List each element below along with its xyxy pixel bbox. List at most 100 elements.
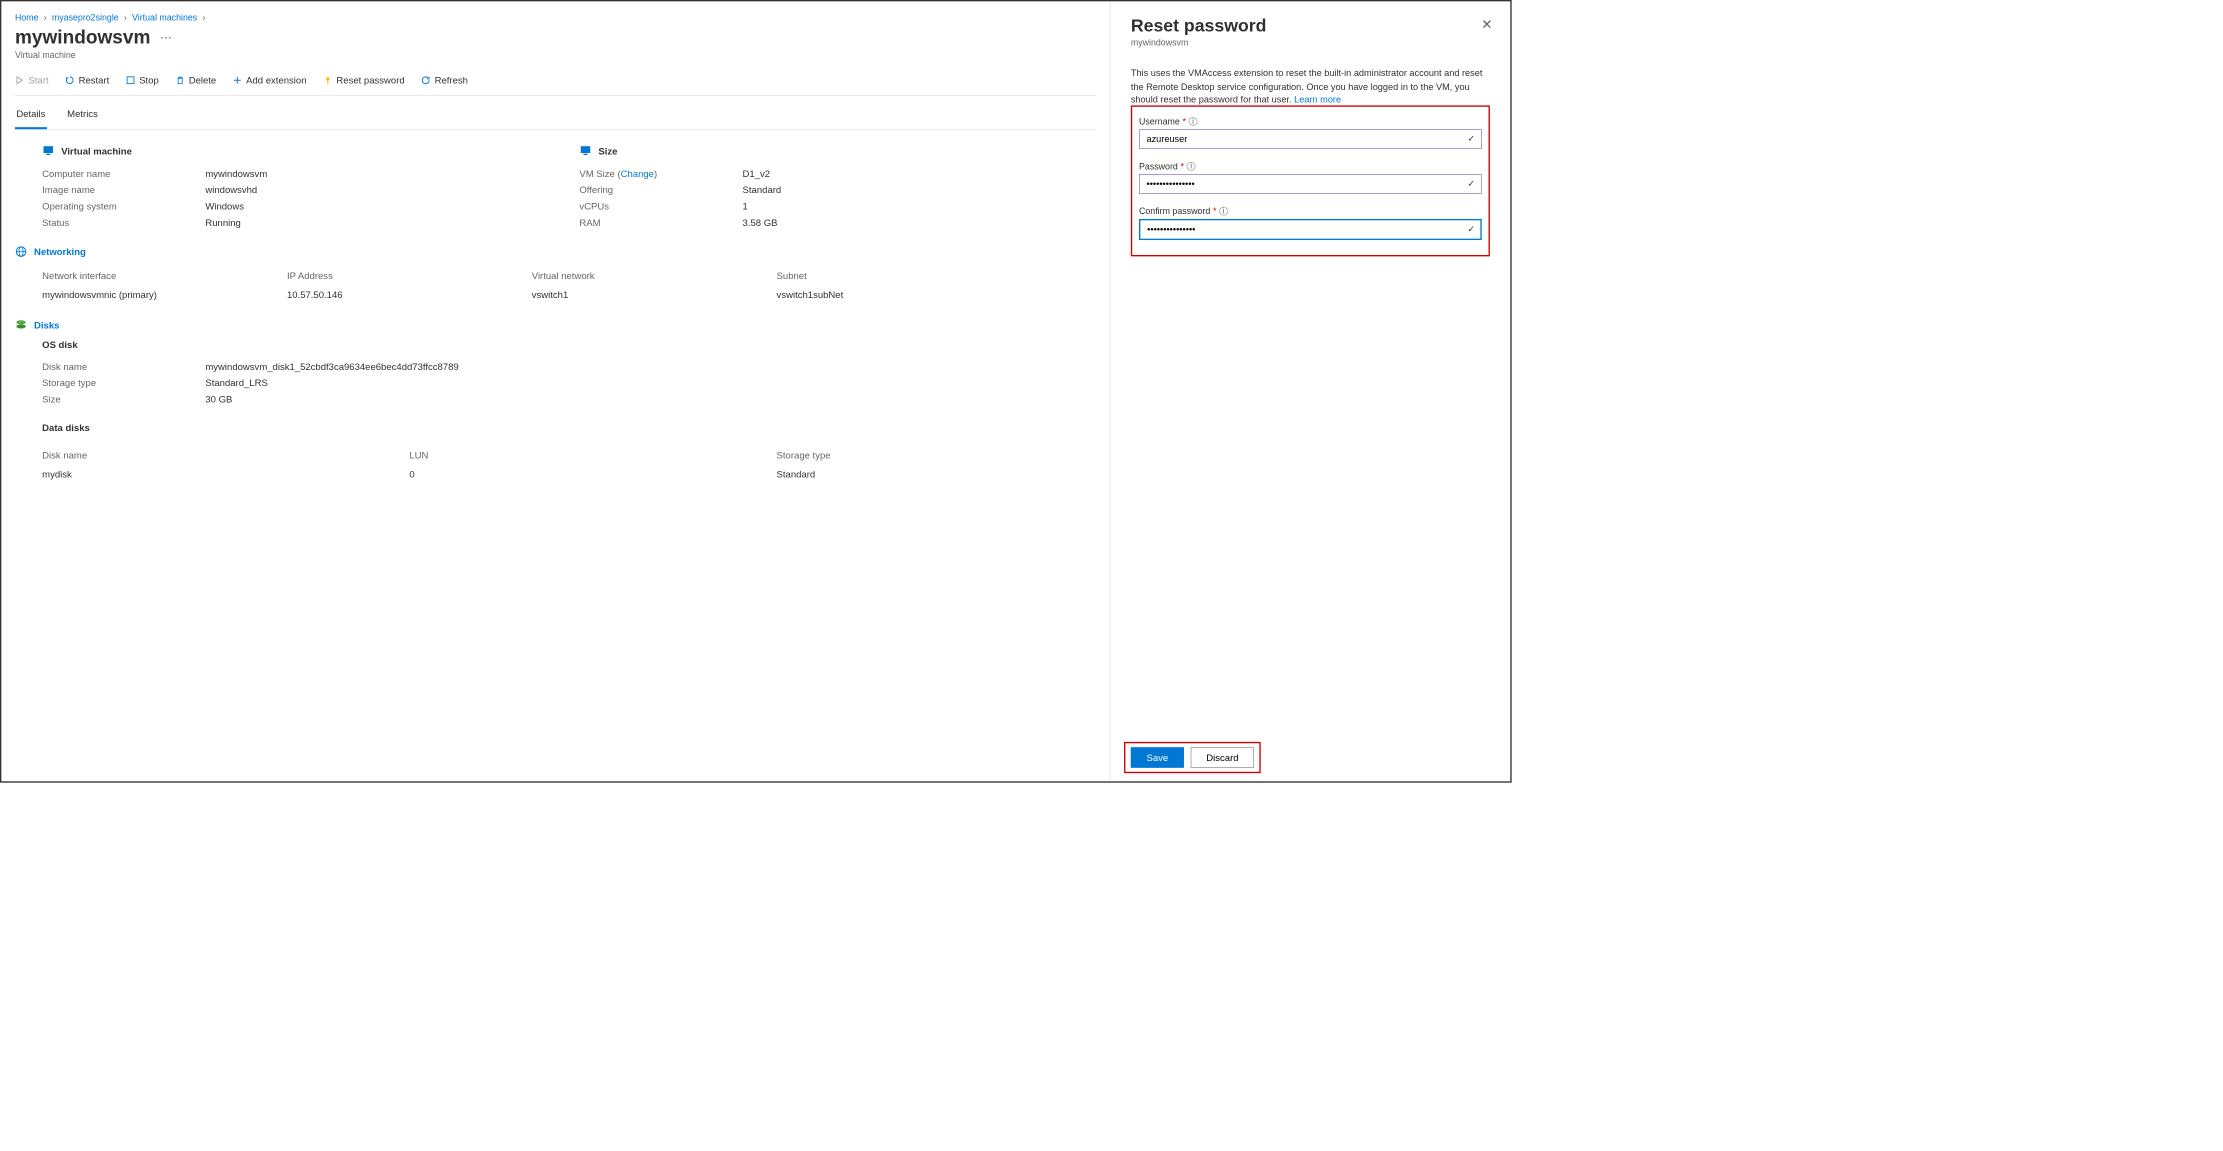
username-input[interactable] — [1139, 129, 1482, 149]
chevron-right-icon: › — [44, 12, 47, 22]
label-offering: Offering — [579, 184, 742, 195]
section-networking[interactable]: Networking — [15, 245, 1096, 257]
refresh-icon — [421, 75, 431, 85]
delete-label: Delete — [189, 75, 217, 86]
play-icon — [15, 75, 25, 85]
confirm-password-label: Confirm password* i — [1139, 206, 1482, 216]
learn-more-link[interactable]: Learn more — [1294, 95, 1341, 105]
globe-icon — [15, 245, 27, 257]
label-vcpus: vCPUs — [579, 201, 742, 212]
stop-label: Stop — [139, 75, 159, 86]
os-disk-heading: OS disk — [42, 339, 1096, 350]
button-row: Save Discard — [1124, 742, 1261, 773]
section-disks[interactable]: Disks — [15, 319, 1096, 331]
save-button[interactable]: Save — [1131, 747, 1184, 767]
label-status: Status — [42, 217, 205, 228]
value-vcpus: 1 — [743, 201, 748, 212]
disks-icon — [15, 319, 27, 331]
discard-button[interactable]: Discard — [1191, 747, 1255, 767]
value-disk-size: 30 GB — [205, 394, 232, 405]
value-status: Running — [205, 217, 240, 228]
stop-button[interactable]: Stop — [126, 75, 159, 86]
panel-title: Reset password — [1131, 15, 1490, 36]
info-icon[interactable]: i — [1189, 117, 1198, 126]
start-label: Start — [29, 75, 49, 86]
breadcrumb: Home › myasepro2single › Virtual machine… — [15, 12, 1096, 22]
header-nic: Network interface — [42, 270, 287, 281]
restart-label: Restart — [79, 75, 110, 86]
value-subnet: vswitch1subNet — [777, 289, 940, 300]
value-os: Windows — [205, 201, 244, 212]
label-ram: RAM — [579, 217, 742, 228]
header-disk-name: Disk name — [42, 449, 409, 460]
breadcrumb-resource[interactable]: myasepro2single — [52, 12, 119, 22]
password-input[interactable] — [1139, 174, 1482, 194]
breadcrumb-service[interactable]: Virtual machines — [132, 12, 197, 22]
password-label: Password* i — [1139, 161, 1482, 171]
value-image-name: windowsvhd — [205, 184, 257, 195]
form-highlight: Username* i ✓ Password* i ✓ — [1131, 105, 1490, 256]
value-storage-type: Standard_LRS — [205, 377, 267, 388]
more-options-icon[interactable]: ⋯ — [160, 30, 172, 44]
tab-details[interactable]: Details — [15, 100, 47, 129]
value-offering: Standard — [743, 184, 782, 195]
value-vmsize: D1_v2 — [743, 168, 771, 179]
value-vnet: vswitch1 — [532, 289, 777, 300]
reset-password-button[interactable]: Reset password — [323, 75, 405, 86]
header-storage: Storage type — [777, 449, 913, 460]
tab-metrics[interactable]: Metrics — [66, 100, 99, 129]
section-vm: Virtual machine — [42, 145, 559, 157]
chevron-right-icon: › — [202, 12, 205, 22]
label-disk-size: Size — [42, 394, 205, 405]
label-computer-name: Computer name — [42, 168, 205, 179]
refresh-label: Refresh — [435, 75, 468, 86]
data-disk-headers: Disk name LUN Storage type — [42, 445, 1096, 464]
label-disk-name: Disk name — [42, 361, 205, 372]
stop-icon — [126, 75, 136, 85]
restart-icon — [65, 75, 75, 85]
close-icon[interactable]: ✕ — [1481, 16, 1492, 33]
tabs: Details Metrics — [15, 100, 1096, 130]
start-button[interactable]: Start — [15, 75, 49, 86]
info-icon[interactable]: i — [1219, 207, 1228, 216]
networking-headers: Network interface IP Address Virtual net… — [42, 266, 1096, 285]
delete-button[interactable]: Delete — [175, 75, 216, 86]
reset-password-label: Reset password — [336, 75, 404, 86]
toolbar: Start Restart Stop Delete Add extension … — [15, 69, 1096, 96]
section-size: Size — [579, 145, 1096, 157]
networking-row: mywindowsvmnic (primary) 10.57.50.146 vs… — [42, 285, 1096, 304]
data-disk-row: mydisk 0 Standard — [42, 464, 1096, 483]
value-computer-name: mywindowsvm — [205, 168, 267, 179]
confirm-password-input[interactable] — [1139, 219, 1482, 240]
value-lun: 0 — [409, 469, 776, 480]
plus-icon — [233, 75, 243, 85]
checkmark-icon: ✓ — [1468, 133, 1475, 144]
value-data-storage: Standard — [777, 469, 913, 480]
page-title: mywindowsvm — [15, 27, 150, 49]
restart-button[interactable]: Restart — [65, 75, 109, 86]
key-icon — [323, 75, 333, 85]
value-disk-name: mywindowsvm_disk1_52cbdf3ca9634ee6bec4dd… — [205, 361, 458, 372]
add-extension-button[interactable]: Add extension — [233, 75, 307, 86]
label-vmsize: VM Size (Change) — [579, 168, 742, 179]
add-extension-label: Add extension — [246, 75, 306, 86]
value-data-disk-name: mydisk — [42, 469, 409, 480]
trash-icon — [175, 75, 185, 85]
header-ip: IP Address — [287, 270, 532, 281]
page-subtitle: Virtual machine — [15, 50, 1096, 60]
username-label: Username* i — [1139, 116, 1482, 126]
info-icon[interactable]: i — [1187, 162, 1196, 171]
value-nic: mywindowsvmnic (primary) — [42, 289, 287, 300]
refresh-button[interactable]: Refresh — [421, 75, 468, 86]
breadcrumb-home[interactable]: Home — [15, 12, 39, 22]
label-image-name: Image name — [42, 184, 205, 195]
data-disks-heading: Data disks — [42, 422, 1096, 433]
checkmark-icon: ✓ — [1468, 224, 1475, 235]
label-storage-type: Storage type — [42, 377, 205, 388]
checkmark-icon: ✓ — [1468, 178, 1475, 189]
header-vnet: Virtual network — [532, 270, 777, 281]
monitor-icon — [579, 145, 591, 157]
vm-icon — [42, 145, 54, 157]
change-size-link[interactable]: Change — [621, 168, 654, 179]
header-lun: LUN — [409, 449, 776, 460]
